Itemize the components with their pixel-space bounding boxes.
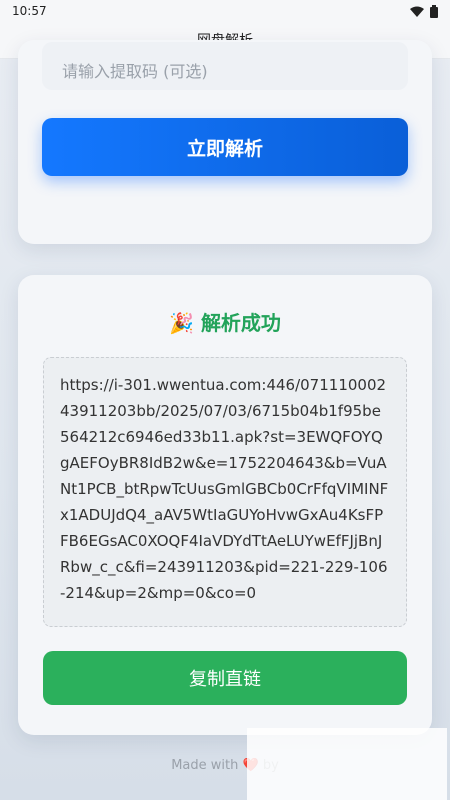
result-title-text: 解析成功 [200, 311, 281, 335]
status-bar: 10:57 [0, 0, 450, 22]
parse-button[interactable]: 立即解析 [42, 118, 408, 176]
result-card: 🎉 解析成功 https://i-301.wwentua.com:446/071… [18, 275, 432, 735]
party-icon: 🎉 [169, 311, 194, 335]
watermark-overlay [247, 728, 447, 800]
parse-form-card: 请输入提取码 (可选) 立即解析 [18, 40, 432, 244]
status-icons [410, 4, 438, 18]
extract-code-input[interactable]: 请输入提取码 (可选) [42, 42, 408, 90]
copy-link-button[interactable]: 复制直链 [43, 651, 407, 705]
wifi-icon [410, 6, 424, 17]
status-time: 10:57 [12, 4, 47, 18]
battery-icon [430, 4, 438, 18]
extract-code-placeholder: 请输入提取码 (可选) [62, 62, 208, 81]
result-title: 🎉 解析成功 [18, 307, 432, 336]
direct-link-text[interactable]: https://i-301.wwentua.com:446/0711100024… [43, 357, 407, 627]
